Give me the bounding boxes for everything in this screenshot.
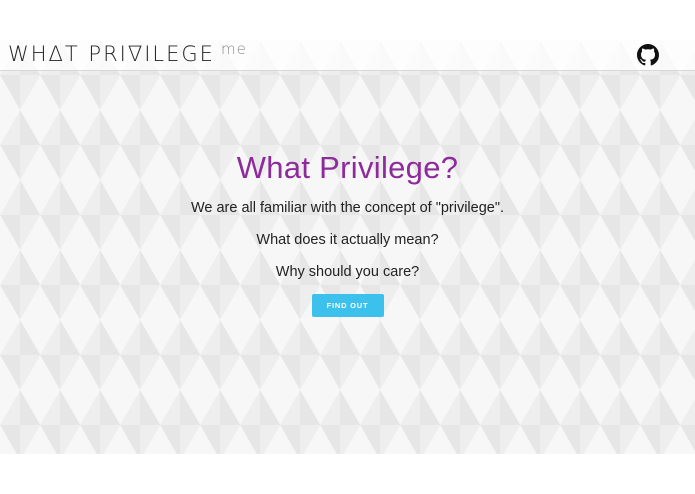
intro-line-1: We are all familiar with the concept of … (190, 200, 505, 216)
intro-line-2: What does it actually mean? (256, 232, 439, 248)
intro-line-3: Why should you care? (275, 264, 420, 280)
github-icon[interactable] (637, 44, 659, 66)
navbar: WHΔT PRI∇ILEGE me (0, 40, 695, 71)
hero-section: What Privilege? We are all familiar with… (0, 148, 695, 317)
logo-tld: me (220, 40, 247, 58)
logo-text: WHΔT PRI∇ILEGE (8, 42, 215, 66)
page-title: What Privilege? (236, 150, 459, 185)
find-out-button[interactable]: FIND OUT (311, 294, 384, 317)
page-background: WHΔT PRI∇ILEGE me What Privilege? We are … (0, 40, 695, 454)
site-logo[interactable]: WHΔT PRI∇ILEGE me (8, 40, 247, 66)
